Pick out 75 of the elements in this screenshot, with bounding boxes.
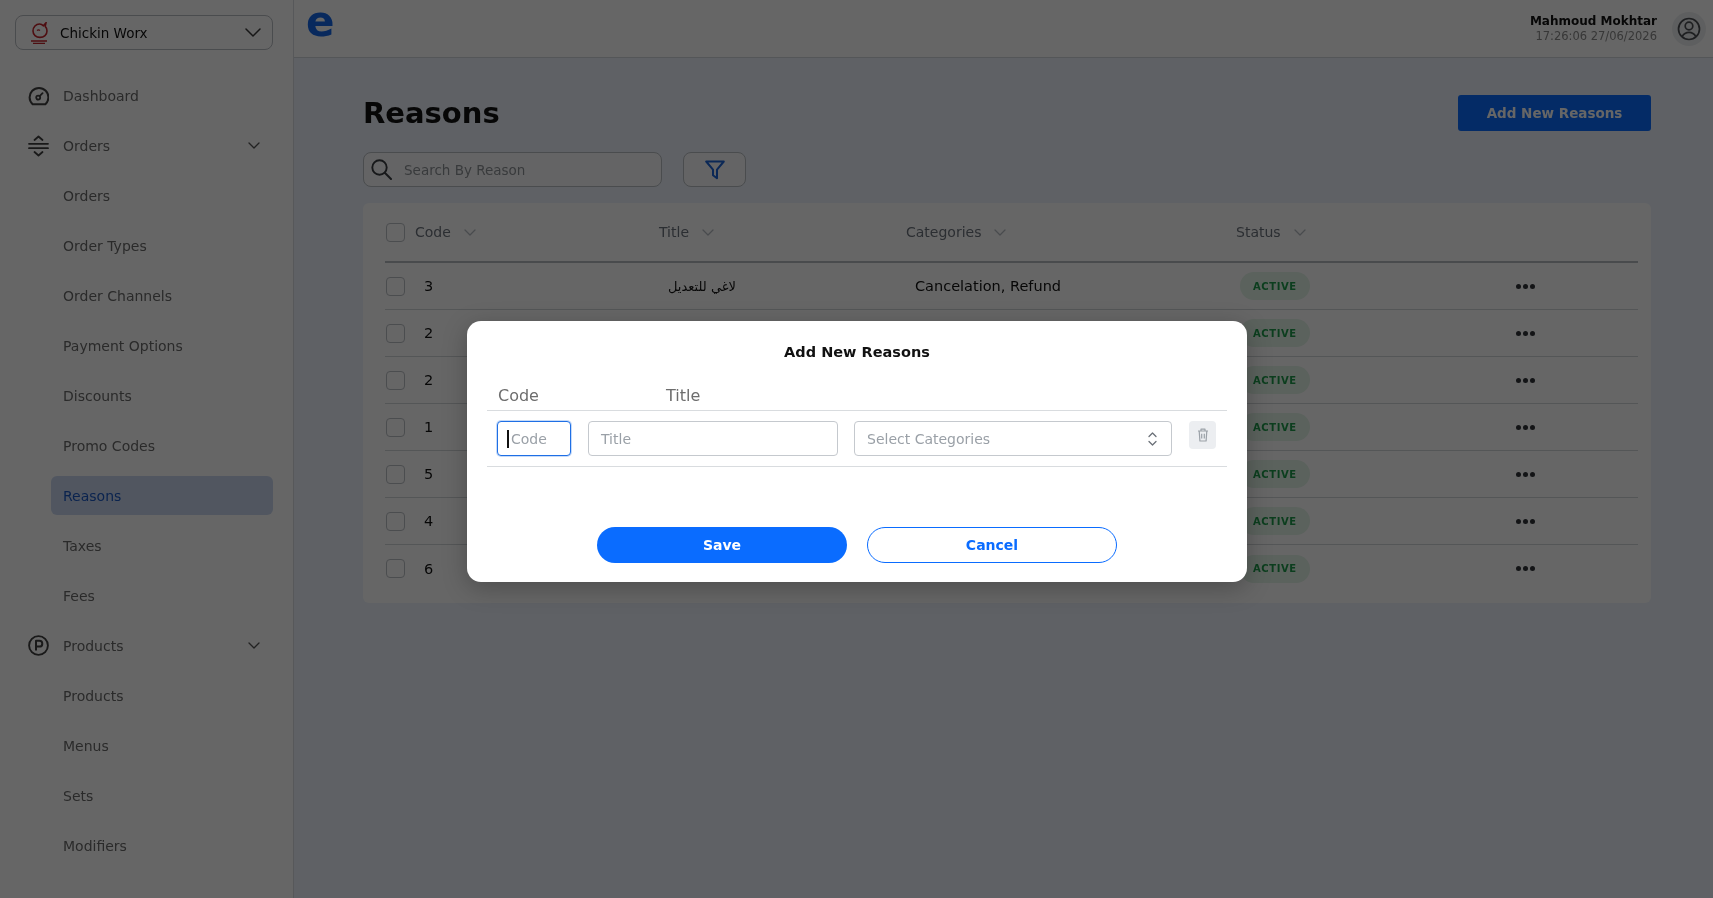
column-header[interactable]: Code: [415, 224, 476, 240]
search-icon: [371, 159, 392, 180]
checkbox[interactable]: [386, 511, 405, 531]
dropdown-field[interactable]: Select Categories: [854, 421, 1172, 456]
more-icon[interactable]: [1516, 283, 1535, 289]
more-icon[interactable]: [1516, 330, 1535, 336]
more-icon[interactable]: [1516, 518, 1535, 524]
nav-item[interactable]: Sets: [51, 776, 273, 815]
text-cursor-icon: [507, 430, 509, 448]
nav-item[interactable]: Products: [51, 676, 273, 715]
page-title: Reasons: [363, 95, 500, 131]
nav-item[interactable]: Products: [28, 626, 273, 665]
chevron-down-icon: [463, 228, 476, 236]
brand-selector[interactable]: Chickin Worx: [15, 15, 273, 50]
cancel-button[interactable]: Cancel: [867, 527, 1117, 563]
nav-item[interactable]: Fees: [51, 576, 273, 615]
column-header[interactable]: Categories: [906, 224, 1007, 240]
logo-icon: [30, 21, 48, 44]
modal-title: Add New Reasons: [784, 343, 930, 362]
nav-item[interactable]: Reasons: [51, 476, 273, 515]
checkbox[interactable]: [386, 323, 405, 343]
table-cell-text: 3: [423, 278, 434, 294]
checkbox[interactable]: [386, 222, 405, 242]
checkbox[interactable]: [386, 276, 405, 296]
funnel-icon: [704, 159, 725, 180]
up-down-arrows-icon: [28, 134, 49, 157]
table-cell-text: Cancelation, Refund: [914, 278, 1062, 294]
table-cell-text: لاغي للتعديل: [667, 278, 736, 294]
nav-item[interactable]: Dashboard: [28, 76, 273, 115]
input-field[interactable]: Title: [588, 421, 838, 456]
input-field[interactable]: Code: [497, 421, 571, 456]
up-down-caret-icon: [1148, 431, 1157, 446]
circled-p-icon: [28, 635, 49, 656]
chevron-down-icon: [245, 28, 261, 37]
trash-icon: [1196, 428, 1209, 442]
nav-item[interactable]: Order Types: [51, 226, 273, 265]
chevron-down-icon: [994, 228, 1007, 236]
checkbox[interactable]: [386, 370, 405, 390]
table-cell-text: 4: [423, 513, 434, 529]
table-cell-text: 1: [423, 419, 434, 435]
chevron-down-icon: [1293, 228, 1306, 236]
nav-item[interactable]: Orders: [51, 176, 273, 215]
gauge-icon: [28, 85, 49, 106]
nav-item[interactable]: Taxes: [51, 526, 273, 565]
more-icon[interactable]: [1516, 377, 1535, 383]
nav-item[interactable]: Order Channels: [51, 276, 273, 315]
nav-item[interactable]: Promo Codes: [51, 426, 273, 465]
column-label: Code: [498, 385, 539, 407]
nav-item[interactable]: Orders: [28, 126, 273, 165]
column-header[interactable]: Title: [659, 224, 714, 240]
app-logo[interactable]: e: [306, 2, 335, 42]
table-cell-text: 5: [423, 466, 434, 482]
nav-item[interactable]: Modifiers: [51, 826, 273, 865]
checkbox[interactable]: [386, 559, 405, 578]
more-icon[interactable]: [1516, 471, 1535, 477]
user-name: Mahmoud Mokhtar: [1529, 14, 1657, 28]
checkbox[interactable]: [386, 464, 405, 484]
more-icon[interactable]: [1516, 424, 1535, 430]
user-icon[interactable]: [1672, 11, 1706, 46]
table-cell-text: 6: [423, 560, 434, 577]
status-badge: ACTIVE: [1240, 272, 1310, 300]
add-button[interactable]: Add New Reasons: [1458, 95, 1651, 131]
more-icon[interactable]: [1516, 566, 1535, 571]
nav-item[interactable]: Menus: [51, 726, 273, 765]
save-button[interactable]: Save: [597, 527, 847, 563]
checkbox[interactable]: [386, 417, 405, 437]
delete-button[interactable]: [1189, 421, 1216, 449]
chevron-down-icon: [702, 228, 714, 236]
nav-item[interactable]: Payment Options: [51, 326, 273, 365]
column-header[interactable]: Status: [1236, 224, 1306, 240]
column-label: Title: [666, 385, 701, 407]
nav-item[interactable]: Discounts: [51, 376, 273, 415]
table-cell-text: 2: [423, 372, 434, 388]
filter-button[interactable]: [683, 152, 746, 187]
table-cell-text: 2: [423, 325, 434, 341]
